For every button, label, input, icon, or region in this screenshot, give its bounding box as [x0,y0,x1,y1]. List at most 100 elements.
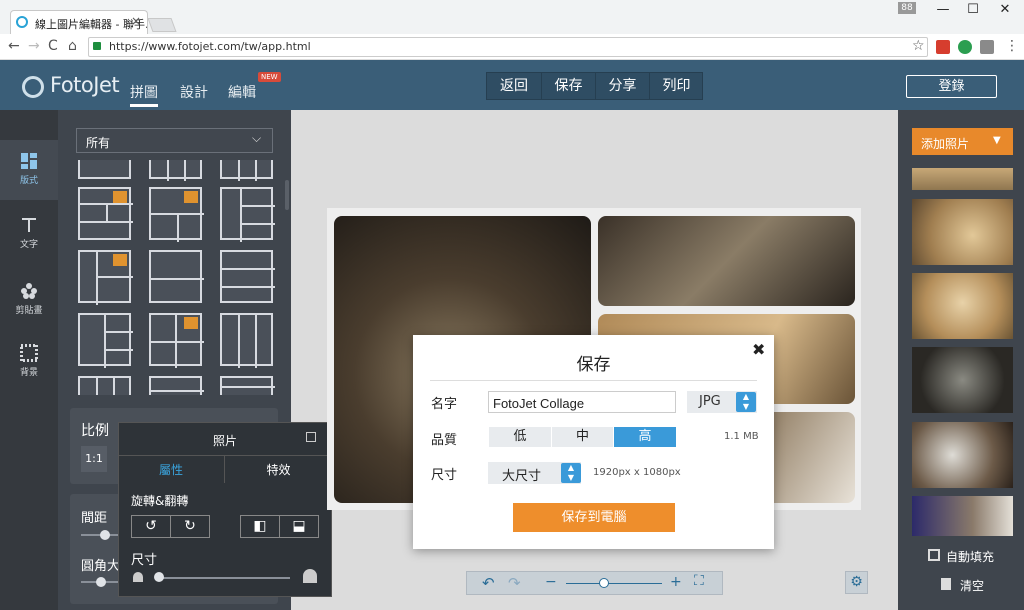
tab-collage[interactable]: 拼圖 [130,82,158,102]
browser-menu-icon[interactable]: ⋮ [1005,38,1019,54]
zoom-out-button[interactable]: − [545,574,557,590]
ratio-label: 比例 [81,423,109,439]
forward-icon[interactable]: → [28,38,40,54]
layout-template[interactable] [78,250,133,305]
layout-template[interactable] [149,250,204,303]
save-to-computer-button[interactable]: 保存到電腦 [513,503,675,532]
premium-crown-icon [113,254,127,266]
quality-medium-button[interactable]: 中 [551,427,613,447]
quality-high-button[interactable]: 高 [614,427,676,447]
layout-template[interactable] [220,250,275,303]
nav-clipart-label: 剪貼畫 [15,306,43,316]
layout-template[interactable] [220,313,273,368]
back-button[interactable]: 返回 [487,72,541,100]
reload-icon[interactable]: C [48,38,58,54]
nav-layout[interactable]: 版式 [0,152,58,186]
nav-background[interactable]: 背景 [0,344,58,378]
minimize-button[interactable]: — [928,2,958,20]
size-spinner-icon[interactable]: ▲ ▼ [561,463,581,483]
layout-template[interactable] [149,187,204,242]
layout-template[interactable] [78,376,131,395]
format-spinner-icon[interactable]: ▲ ▼ [736,392,756,412]
name-label: 名字 [431,397,458,412]
layout-scrollbar[interactable] [285,180,289,210]
url-bar[interactable]: https://www.fotojet.com/tw/app.html [88,37,928,57]
photo-popup-title: 照片 [212,434,237,448]
save-button[interactable]: 保存 [541,72,595,100]
tab-design[interactable]: 設計 [180,82,208,102]
zoom-slider-track[interactable] [566,583,662,584]
layout-template[interactable] [149,313,204,368]
extension-icon[interactable] [980,40,994,54]
new-tab-button[interactable] [147,18,177,32]
layout-template[interactable] [78,160,131,179]
tab-close-icon[interactable]: × [131,14,141,28]
home-icon[interactable]: ⌂ [68,38,77,54]
flip-vertical-button[interactable]: ⬓ [279,515,319,538]
layout-template[interactable] [220,187,275,242]
quality-low-button[interactable]: 低 [489,427,551,447]
fit-screen-icon[interactable]: ⛶ [694,573,704,589]
autofill-icon [928,549,940,561]
lock-icon[interactable] [306,432,316,442]
rotate-left-button[interactable]: ↺ [131,515,171,538]
layout-template[interactable] [149,376,204,395]
photo-thumbnail[interactable] [912,168,1013,190]
caret-down-icon[interactable]: ▼ [993,135,1001,146]
redo-icon[interactable]: ↷ [508,574,521,592]
app-logo[interactable]: FotoJet [50,73,120,97]
photo-thumbnail[interactable] [912,422,1013,488]
premium-crown-icon [184,317,198,329]
nav-text[interactable]: 文字 [0,216,58,250]
ratio-1-1-button[interactable]: 1:1 [81,446,107,472]
layout-icon [21,153,37,169]
photo-thumbnail[interactable] [912,199,1013,265]
tab-effects[interactable]: 特效 [225,455,332,483]
layout-template[interactable] [78,313,133,368]
autofill-button[interactable]: 自動填充 [946,548,994,565]
nav-clipart[interactable]: 剪貼畫 [0,282,58,316]
share-button[interactable]: 分享 [595,72,649,100]
dialog-divider [430,380,757,381]
extension-icon[interactable] [958,40,972,54]
file-name-input[interactable] [488,391,676,413]
zoom-in-button[interactable]: + [670,574,682,590]
browser-tab[interactable]: 線上圖片編輯器 - 聯手… [10,10,148,34]
tab-edit[interactable]: 編輯 [228,82,256,102]
collage-photo-cell[interactable] [598,216,855,306]
chevron-down-icon[interactable]: ⌵ [252,131,261,146]
fotojet-logo-icon [22,76,44,98]
photo-thumbnail[interactable] [912,347,1013,413]
clear-button[interactable]: 清空 [960,577,984,594]
trash-icon [941,578,951,590]
layout-template[interactable] [220,160,273,181]
profile-badge[interactable]: 88 [898,2,916,14]
undo-icon[interactable]: ↶ [482,574,495,592]
print-button[interactable]: 列印 [649,72,703,100]
layout-filter-select[interactable]: 所有 [76,128,273,153]
layout-template[interactable] [78,187,133,240]
gear-icon[interactable]: ⚙ [845,571,868,594]
radius-slider-knob[interactable] [96,577,106,587]
photo-thumbnail[interactable] [912,496,1013,536]
close-icon[interactable]: ✖ [752,340,765,359]
back-icon[interactable]: ← [8,38,20,54]
photo-size-slider-track[interactable] [155,577,290,579]
close-window-button[interactable]: ✕ [990,2,1020,20]
active-tab-indicator [130,104,158,107]
photo-size-slider-knob[interactable] [154,572,164,582]
premium-crown-icon [184,191,198,203]
layout-template[interactable] [220,376,275,395]
flip-horizontal-button[interactable]: ◧ [240,515,280,538]
layout-template[interactable] [149,160,202,181]
login-button[interactable]: 登錄 [906,75,997,98]
corner-radius-label: 圓角大 [81,559,121,574]
dimensions-value: 1920px x 1080px [593,467,681,478]
bookmark-star-icon[interactable]: ☆ [912,38,925,54]
spacing-slider-knob[interactable] [100,530,110,540]
maximize-button[interactable]: ☐ [958,2,988,20]
extension-icon[interactable] [936,40,950,54]
rotate-right-button[interactable]: ↻ [170,515,210,538]
tab-properties[interactable]: 屬性 [118,455,225,483]
photo-thumbnail[interactable] [912,273,1013,339]
